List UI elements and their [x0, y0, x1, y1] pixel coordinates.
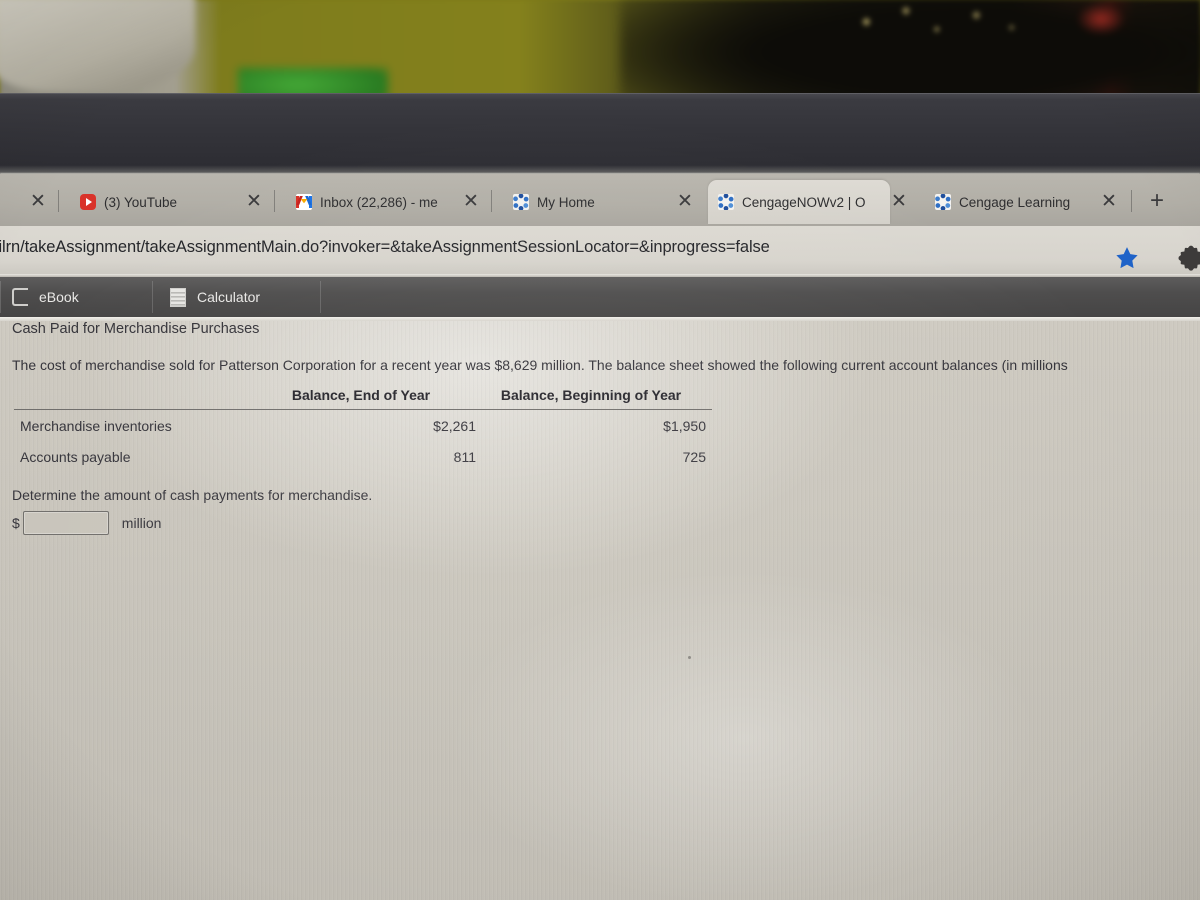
toolbar-item-ebook[interactable]: eBook [0, 277, 97, 317]
monitor-bezel [0, 93, 1200, 175]
currency-symbol: $ [12, 515, 20, 531]
question-prompt: Determine the amount of cash payments fo… [12, 487, 373, 503]
answer-row: $ million [12, 511, 161, 535]
table-header-row: Balance, End of Year Balance, Beginning … [14, 387, 712, 409]
browser-address-bar-row: /ilrn/takeAssignment/takeAssignmentMain.… [0, 226, 1200, 276]
table-row: Accounts payable 811 725 [14, 441, 712, 472]
cengage-favicon-icon [935, 194, 951, 210]
photographed-monitor-scene: tr ✕ (3) YouTube ✕ Inbox (22,286) - me ✕… [0, 0, 1200, 900]
browser-tab-2[interactable]: Inbox (22,286) - me [286, 180, 454, 224]
cengage-favicon-icon [718, 194, 734, 210]
question-title: Cash Paid for Merchandise Purchases [12, 321, 260, 337]
room-background [0, 0, 1200, 110]
toolbar-item-calculator[interactable]: Calculator [152, 277, 278, 317]
assignment-content: Cash Paid for Merchandise Purchases The … [0, 321, 1200, 900]
browser-tab-strip: tr ✕ (3) YouTube ✕ Inbox (22,286) - me ✕… [0, 174, 1200, 226]
blurred-object-left [0, 0, 195, 92]
row-label: Accounts payable [20, 449, 131, 466]
bookmark-star-icon[interactable] [1112, 243, 1142, 273]
table-header-beginning-of-year: Balance, Beginning of Year [500, 387, 682, 403]
tab-close-button-1[interactable]: ✕ [242, 190, 266, 214]
calculator-icon [170, 287, 186, 307]
tab-close-button-3[interactable]: ✕ [673, 190, 697, 214]
row-end-of-year: $2,261 [433, 418, 476, 435]
question-body: The cost of merchandise sold for Patters… [12, 357, 1068, 373]
tab-separator [491, 190, 492, 212]
tab-label: Cengage Learning [959, 194, 1071, 210]
tab-close-button-2[interactable]: ✕ [459, 190, 483, 214]
tab-separator [1131, 190, 1132, 212]
table-row: Merchandise inventories $2,261 $1,950 [14, 410, 712, 441]
monitor-screen: tr ✕ (3) YouTube ✕ Inbox (22,286) - me ✕… [0, 174, 1200, 900]
row-beginning-of-year: $1,950 [663, 418, 706, 435]
toolbar-item-label: eBook [39, 289, 79, 305]
answer-input[interactable] [22, 511, 109, 535]
row-label: Merchandise inventories [20, 418, 172, 435]
cengage-favicon-icon [513, 194, 529, 210]
tab-close-button-0[interactable]: ✕ [26, 190, 50, 214]
unit-label: million [121, 515, 162, 531]
tab-label: My Home [537, 194, 595, 210]
assignment-toolbar: eBook Calculator [0, 277, 1200, 317]
book-icon [12, 288, 28, 306]
tab-label: CengageNOWv2 | O [742, 194, 866, 210]
screen-dust-speck [688, 656, 691, 659]
tab-separator [58, 190, 59, 212]
extensions-puzzle-icon[interactable] [1176, 243, 1200, 273]
tab-close-button-4[interactable]: ✕ [887, 190, 911, 214]
table-header-end-of-year: Balance, End of Year [291, 387, 431, 403]
toolbar-item-label: Calculator [197, 289, 261, 305]
address-bar-url[interactable]: /ilrn/takeAssignment/takeAssignmentMain.… [0, 238, 1054, 257]
balances-table: Balance, End of Year Balance, Beginning … [14, 387, 712, 472]
row-beginning-of-year: 725 [682, 449, 706, 466]
tab-close-button-5[interactable]: ✕ [1097, 190, 1121, 214]
youtube-favicon-icon [80, 194, 96, 210]
browser-tab-4-active[interactable]: CengageNOWv2 | O [708, 180, 890, 224]
tab-label: Inbox (22,286) - me [320, 194, 438, 210]
gmail-favicon-icon [296, 194, 312, 210]
row-end-of-year: 811 [453, 449, 476, 466]
browser-tab-1[interactable]: (3) YouTube [70, 180, 240, 224]
browser-tab-5[interactable]: Cengage Learning [925, 180, 1089, 224]
blurred-object-red [1078, 4, 1124, 34]
tab-separator [274, 190, 275, 212]
tab-label: (3) YouTube [104, 194, 178, 210]
blurred-highlights [840, 2, 1060, 46]
browser-tab-3[interactable]: My Home [503, 180, 673, 224]
toolbar-divider [320, 281, 321, 313]
new-tab-button[interactable]: + [1144, 188, 1170, 214]
table-header-blank [14, 387, 246, 403]
